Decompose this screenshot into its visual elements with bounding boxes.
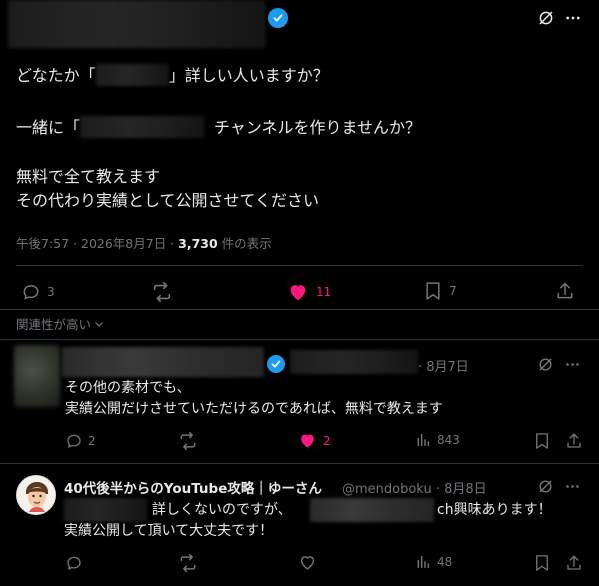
like-count: 2 [323, 433, 331, 448]
share-icon [557, 282, 573, 299]
redacted-handle[interactable] [290, 350, 418, 374]
reply-icon [23, 285, 39, 300]
reply-button[interactable]: 2 [65, 432, 96, 450]
divider [0, 339, 599, 340]
avatar[interactable] [14, 345, 60, 407]
bookmark-button[interactable] [534, 432, 550, 450]
tweet-line-3: 無料で全て教えます [16, 167, 161, 186]
heart-filled-icon [301, 434, 314, 448]
sort-label: 関連性が高い [16, 317, 92, 332]
like-button[interactable]: 2 [298, 431, 331, 450]
grok-icon[interactable] [537, 9, 555, 27]
repost-icon [153, 282, 171, 302]
reply-icon [67, 556, 81, 570]
display-name[interactable]: 40代後半からのYouTube攻略｜ゆーさん [64, 477, 322, 497]
reply-date[interactable]: · 8月8日 [436, 482, 487, 497]
chevron-down-icon [95, 321, 103, 327]
repost-button[interactable] [151, 281, 173, 303]
reply-count: 3 [47, 285, 55, 299]
more-options-icon[interactable] [564, 9, 582, 27]
repost-icon [180, 431, 196, 451]
views-count: 48 [437, 555, 453, 569]
reply-count: 2 [88, 434, 96, 448]
bookmark-count: 7 [449, 284, 457, 298]
divider [0, 309, 599, 310]
heart-icon [300, 556, 315, 570]
reply-button[interactable]: 3 [21, 282, 55, 302]
like-count: 11 [316, 285, 332, 299]
views-count: 843 [437, 433, 460, 447]
redacted-text [310, 498, 434, 522]
views-count: 3,730 [178, 236, 218, 251]
share-button[interactable] [565, 432, 583, 450]
avatar[interactable] [16, 475, 56, 515]
more-options-icon[interactable] [564, 478, 581, 495]
reply-icon [67, 434, 81, 448]
bookmark-icon [426, 282, 440, 300]
sort-dropdown[interactable]: 関連性が高い [16, 314, 105, 333]
analytics-icon [417, 433, 430, 447]
reply-text-line: 実績公開して頂いて大丈夫です！ [64, 523, 274, 539]
reply-button[interactable] [65, 554, 83, 572]
heart-filled-icon [290, 285, 306, 301]
redacted-text [64, 498, 147, 522]
handle-text: @mendoboku [342, 482, 432, 497]
bookmark-button[interactable] [534, 554, 550, 572]
views-button[interactable]: 843 [415, 432, 460, 448]
bookmark-icon [536, 433, 548, 449]
user-handle[interactable]: @mendoboku · 8月8日 [342, 478, 487, 497]
share-button[interactable] [565, 554, 583, 572]
divider [0, 463, 599, 464]
redacted-text [80, 116, 205, 138]
tweet-timestamp[interactable]: 午後7:57 · 2026年8月7日 · [16, 236, 178, 251]
more-options-icon[interactable] [564, 356, 581, 373]
grok-icon[interactable] [537, 356, 554, 373]
like-button[interactable]: 11 [287, 281, 331, 303]
divider [16, 265, 583, 266]
reply-text-line: 実績公開だけさせていただけるのであれば、無料で教えます [65, 401, 443, 417]
reply-text-line: その他の素材でも、 [65, 380, 191, 396]
share-icon [567, 433, 581, 448]
bookmark-icon [536, 555, 548, 571]
repost-icon [180, 553, 196, 573]
views-button[interactable]: 48 [415, 554, 452, 570]
redacted-author-block [8, 0, 266, 48]
bookmark-button[interactable]: 7 [424, 281, 457, 301]
tweet-meta: 午後7:57 · 2026年8月7日 · 3,730 件の表示 [16, 236, 272, 251]
share-button[interactable] [555, 281, 575, 301]
tweet-line-1: どなたか「 」詳しい人いますか？ [16, 64, 329, 86]
analytics-icon [417, 555, 430, 569]
reply-text-segment: 詳しくないのですが、 [152, 502, 292, 518]
reply-date[interactable]: · 8月7日 [418, 356, 469, 375]
repost-button[interactable] [178, 431, 198, 451]
redacted-name[interactable] [62, 347, 264, 377]
verified-badge-icon [268, 8, 288, 28]
tweet-line-4: その代わり実績として公開させてください [16, 191, 320, 210]
tweet-line-2: 一緒に「 チャンネルを作りませんか？ [16, 116, 422, 138]
reply-text-segment: ch興味あります！ [437, 502, 552, 518]
like-button[interactable] [298, 553, 317, 572]
share-icon [567, 555, 581, 570]
grok-icon[interactable] [537, 478, 554, 495]
repost-button[interactable] [178, 553, 198, 573]
redacted-text [95, 64, 169, 86]
verified-badge-icon [267, 355, 285, 373]
cartoon-face-icon [17, 476, 55, 514]
